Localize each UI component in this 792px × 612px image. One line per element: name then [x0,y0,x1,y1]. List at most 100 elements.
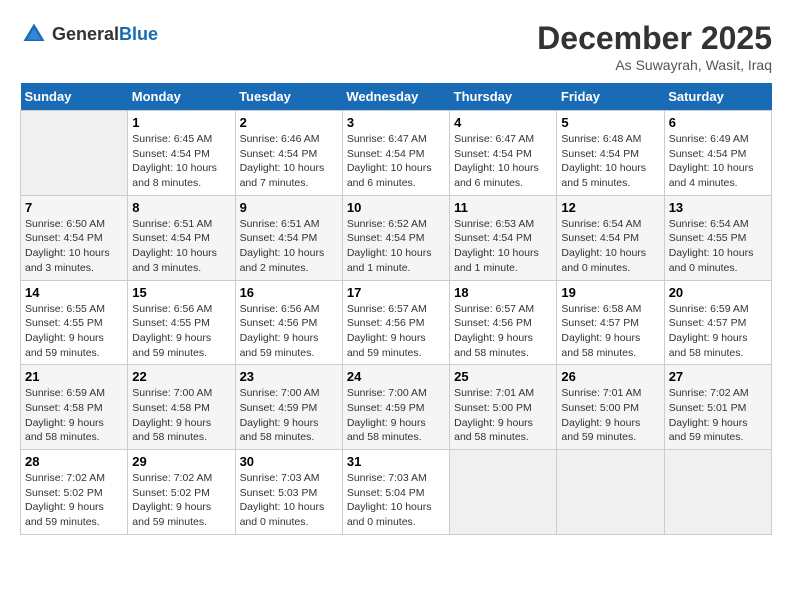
calendar-cell: 13 Sunrise: 6:54 AMSunset: 4:55 PMDayligh… [664,195,771,280]
calendar-week-row: 1 Sunrise: 6:45 AMSunset: 4:54 PMDaylight… [21,111,772,196]
calendar-cell: 17 Sunrise: 6:57 AMSunset: 4:56 PMDayligh… [342,280,449,365]
weekday-header-sunday: Sunday [21,83,128,111]
day-info: Sunrise: 7:00 AMSunset: 4:58 PMDaylight:… [132,386,230,445]
day-info: Sunrise: 6:56 AMSunset: 4:56 PMDaylight:… [240,302,338,361]
day-number: 31 [347,454,445,469]
day-number: 23 [240,369,338,384]
day-info: Sunrise: 6:48 AMSunset: 4:54 PMDaylight:… [561,132,659,191]
day-info: Sunrise: 6:51 AMSunset: 4:54 PMDaylight:… [132,217,230,276]
month-year-title: December 2025 [537,20,772,57]
day-number: 24 [347,369,445,384]
day-number: 21 [25,369,123,384]
calendar-cell: 2 Sunrise: 6:46 AMSunset: 4:54 PMDaylight… [235,111,342,196]
day-info: Sunrise: 6:57 AMSunset: 4:56 PMDaylight:… [347,302,445,361]
day-info: Sunrise: 7:02 AMSunset: 5:02 PMDaylight:… [25,471,123,530]
calendar-cell [450,450,557,535]
page-header: GeneralBlue December 2025 As Suwayrah, W… [20,20,772,73]
day-info: Sunrise: 6:47 AMSunset: 4:54 PMDaylight:… [454,132,552,191]
day-number: 22 [132,369,230,384]
day-number: 3 [347,115,445,130]
day-info: Sunrise: 6:49 AMSunset: 4:54 PMDaylight:… [669,132,767,191]
day-info: Sunrise: 6:52 AMSunset: 4:54 PMDaylight:… [347,217,445,276]
calendar-cell: 8Sunrise: 6:51 AMSunset: 4:54 PMDaylight… [128,195,235,280]
day-info: Sunrise: 7:03 AMSunset: 5:04 PMDaylight:… [347,471,445,530]
day-info: Sunrise: 7:01 AMSunset: 5:00 PMDaylight:… [561,386,659,445]
calendar-cell: 18 Sunrise: 6:57 AMSunset: 4:56 PMDayligh… [450,280,557,365]
day-number: 5 [561,115,659,130]
calendar-cell: 4 Sunrise: 6:47 AMSunset: 4:54 PMDaylight… [450,111,557,196]
day-number: 2 [240,115,338,130]
calendar-cell: 10 Sunrise: 6:52 AMSunset: 4:54 PMDayligh… [342,195,449,280]
calendar-cell: 29 Sunrise: 7:02 AMSunset: 5:02 PMDayligh… [128,450,235,535]
day-number: 13 [669,200,767,215]
calendar-week-row: 28 Sunrise: 7:02 AMSunset: 5:02 PMDayligh… [21,450,772,535]
day-number: 27 [669,369,767,384]
calendar-cell: 1 Sunrise: 6:45 AMSunset: 4:54 PMDaylight… [128,111,235,196]
logo-blue-text: Blue [119,24,158,44]
location-text: As Suwayrah, Wasit, Iraq [537,57,772,73]
calendar-cell: 27Sunrise: 7:02 AMSunset: 5:01 PMDayligh… [664,365,771,450]
calendar-cell: 23 Sunrise: 7:00 AMSunset: 4:59 PMDayligh… [235,365,342,450]
calendar-cell: 21Sunrise: 6:59 AMSunset: 4:58 PMDayligh… [21,365,128,450]
day-number: 18 [454,285,552,300]
day-number: 19 [561,285,659,300]
calendar-cell: 24Sunrise: 7:00 AMSunset: 4:59 PMDayligh… [342,365,449,450]
day-info: Sunrise: 6:56 AMSunset: 4:55 PMDaylight:… [132,302,230,361]
title-block: December 2025 As Suwayrah, Wasit, Iraq [537,20,772,73]
day-number: 7 [25,200,123,215]
day-number: 26 [561,369,659,384]
day-info: Sunrise: 6:59 AMSunset: 4:57 PMDaylight:… [669,302,767,361]
weekday-header-monday: Monday [128,83,235,111]
calendar-cell [557,450,664,535]
day-info: Sunrise: 6:47 AMSunset: 4:54 PMDaylight:… [347,132,445,191]
day-number: 10 [347,200,445,215]
day-number: 16 [240,285,338,300]
day-number: 28 [25,454,123,469]
day-info: Sunrise: 6:54 AMSunset: 4:55 PMDaylight:… [669,217,767,276]
logo-icon [20,20,48,48]
day-number: 11 [454,200,552,215]
calendar-cell: 31 Sunrise: 7:03 AMSunset: 5:04 PMDayligh… [342,450,449,535]
day-number: 29 [132,454,230,469]
calendar-cell: 5 Sunrise: 6:48 AMSunset: 4:54 PMDaylight… [557,111,664,196]
weekday-header-friday: Friday [557,83,664,111]
weekday-header-thursday: Thursday [450,83,557,111]
logo-general-text: General [52,24,119,44]
calendar-week-row: 14 Sunrise: 6:55 AMSunset: 4:55 PMDayligh… [21,280,772,365]
day-number: 1 [132,115,230,130]
day-info: Sunrise: 6:54 AMSunset: 4:54 PMDaylight:… [561,217,659,276]
calendar-cell [21,111,128,196]
day-info: Sunrise: 6:57 AMSunset: 4:56 PMDaylight:… [454,302,552,361]
calendar-week-row: 21Sunrise: 6:59 AMSunset: 4:58 PMDayligh… [21,365,772,450]
day-info: Sunrise: 7:03 AMSunset: 5:03 PMDaylight:… [240,471,338,530]
day-number: 20 [669,285,767,300]
day-number: 17 [347,285,445,300]
calendar-cell: 9 Sunrise: 6:51 AMSunset: 4:54 PMDaylight… [235,195,342,280]
calendar-cell: 22 Sunrise: 7:00 AMSunset: 4:58 PMDayligh… [128,365,235,450]
day-number: 4 [454,115,552,130]
day-number: 30 [240,454,338,469]
day-number: 14 [25,285,123,300]
day-info: Sunrise: 6:46 AMSunset: 4:54 PMDaylight:… [240,132,338,191]
calendar-cell: 19Sunrise: 6:58 AMSunset: 4:57 PMDayligh… [557,280,664,365]
day-number: 15 [132,285,230,300]
day-number: 6 [669,115,767,130]
calendar-cell: 3 Sunrise: 6:47 AMSunset: 4:54 PMDaylight… [342,111,449,196]
calendar-cell: 16 Sunrise: 6:56 AMSunset: 4:56 PMDayligh… [235,280,342,365]
calendar-cell: 25Sunrise: 7:01 AMSunset: 5:00 PMDayligh… [450,365,557,450]
weekday-header-wednesday: Wednesday [342,83,449,111]
calendar-cell: 12Sunrise: 6:54 AMSunset: 4:54 PMDayligh… [557,195,664,280]
calendar-cell: 28 Sunrise: 7:02 AMSunset: 5:02 PMDayligh… [21,450,128,535]
logo: GeneralBlue [20,20,158,48]
day-info: Sunrise: 6:55 AMSunset: 4:55 PMDaylight:… [25,302,123,361]
day-info: Sunrise: 6:45 AMSunset: 4:54 PMDaylight:… [132,132,230,191]
day-info: Sunrise: 6:51 AMSunset: 4:54 PMDaylight:… [240,217,338,276]
day-info: Sunrise: 7:00 AMSunset: 4:59 PMDaylight:… [240,386,338,445]
day-info: Sunrise: 7:01 AMSunset: 5:00 PMDaylight:… [454,386,552,445]
day-info: Sunrise: 6:53 AMSunset: 4:54 PMDaylight:… [454,217,552,276]
day-number: 9 [240,200,338,215]
calendar-cell: 26 Sunrise: 7:01 AMSunset: 5:00 PMDayligh… [557,365,664,450]
weekday-header-saturday: Saturday [664,83,771,111]
calendar-cell: 20 Sunrise: 6:59 AMSunset: 4:57 PMDayligh… [664,280,771,365]
day-info: Sunrise: 7:02 AMSunset: 5:02 PMDaylight:… [132,471,230,530]
